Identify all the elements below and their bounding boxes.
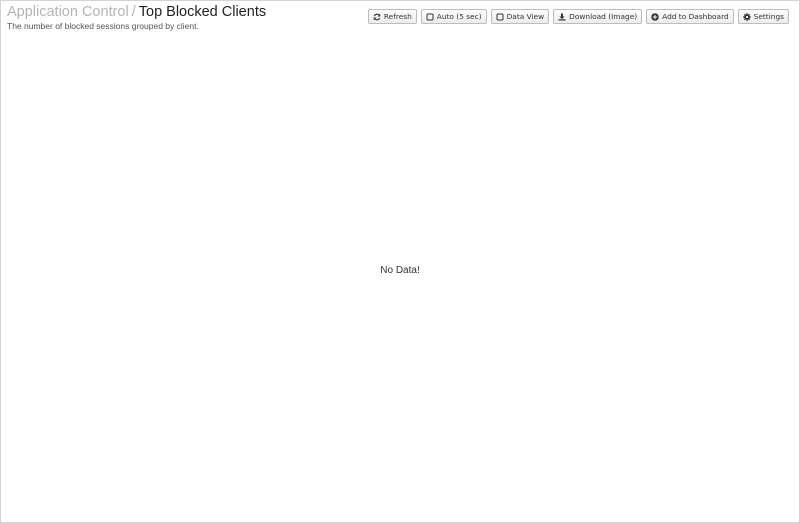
refresh-label: Refresh: [383, 12, 412, 21]
breadcrumb-separator: /: [131, 4, 136, 20]
report-panel: Application Control / Top Blocked Clients …: [0, 0, 800, 523]
auto-refresh-toggle[interactable]: Auto (5 sec): [420, 9, 487, 24]
gear-icon: [742, 12, 751, 21]
breadcrumb: Application Control / Top Blocked Clients: [7, 3, 266, 21]
auto-refresh-label: Auto (5 sec): [436, 12, 482, 21]
settings-button[interactable]: Settings: [737, 9, 789, 24]
page-title: Top Blocked Clients: [138, 4, 267, 20]
data-view-toggle[interactable]: Data View: [490, 9, 550, 24]
refresh-button[interactable]: Refresh: [367, 9, 417, 24]
download-icon: [558, 13, 566, 21]
breadcrumb-parent[interactable]: Application Control: [7, 4, 129, 20]
report-header: Application Control / Top Blocked Clients …: [7, 3, 266, 31]
empty-state-message: No Data!: [380, 265, 420, 276]
add-to-dashboard-button[interactable]: Add to Dashboard: [646, 9, 734, 24]
settings-label: Settings: [753, 12, 784, 21]
refresh-icon: [373, 13, 381, 21]
report-toolbar: Refresh Auto (5 sec) Data View Download …: [367, 9, 789, 24]
page-subtitle: The number of blocked sessions grouped b…: [7, 21, 199, 31]
add-to-dashboard-label: Add to Dashboard: [662, 12, 729, 21]
plus-circle-icon: [651, 12, 659, 21]
checkbox-unchecked-icon: [426, 13, 434, 21]
download-label: Download (Image): [569, 12, 638, 21]
download-image-button[interactable]: Download (Image): [553, 9, 643, 24]
checkbox-unchecked-icon: [496, 13, 504, 21]
data-view-label: Data View: [506, 12, 545, 21]
